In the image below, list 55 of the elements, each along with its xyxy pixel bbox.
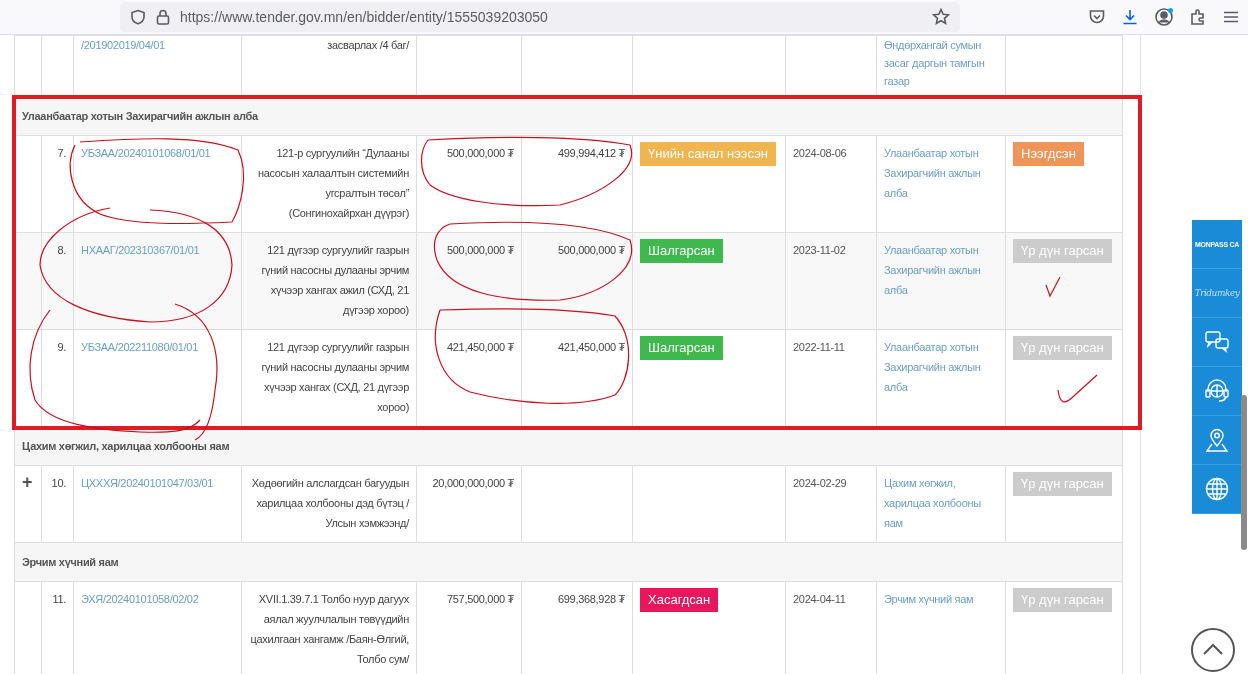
chat-bubbles-icon[interactable] (1204, 329, 1230, 355)
status-badge: Үнийн санал нээсэн (640, 142, 776, 166)
budget-amount: 500,000,000 ₮ (445, 146, 514, 161)
url-text: https://www.tender.gov.mn/en/bidder/entity/1555039203050 (180, 9, 549, 25)
lock-icon (156, 9, 170, 25)
reference-link[interactable]: УБЗАА/20240101068/01/01 (81, 143, 234, 163)
expand-toggle[interactable]: + (22, 472, 33, 492)
date-text: 2024-08-06 (793, 146, 848, 161)
organization-link[interactable]: Эрчим хүчний яам (884, 589, 998, 609)
description-text: 121 дүгээр сургуулийг газрын гүний насосны дулааны эрчим хүчээр хангах ажил (СХД, 21 дүгээр хороо) (260, 243, 409, 318)
scroll-top-button[interactable] (1190, 627, 1236, 673)
date-text: 2022-11-11 (793, 340, 846, 355)
row-number: 8. (56, 243, 66, 258)
group-title: Улаанбаатар хотын Захирагчийн ажлын алба (22, 109, 260, 124)
row-number: 7. (56, 146, 66, 161)
date-text: 2024-04-11 (793, 592, 847, 607)
description-text: XVII.1.39.7.1 Толбо нуур дагуух аялал жуулчлалын төвүүдийн цахилгаан хангамж /Баян-Өлгий, Толбо сум/ (249, 592, 409, 667)
budget-amount: 500,000,000 ₮ (445, 243, 514, 258)
row-number: 11. (51, 592, 66, 607)
row-number: 10. (50, 476, 66, 491)
status-badge: Шалгарсан (640, 239, 723, 263)
star-icon (932, 8, 950, 26)
group-title: Эрчим хүчний яам (22, 555, 120, 570)
budget-amount: 20,000,000,000 ₮ (431, 476, 514, 491)
description-text: Хөдөөгийн алслагдсан багуудын харилцаа холбооны дэд бүтэц /Улсын хэмжээнд/ (250, 476, 409, 531)
account-icon (1154, 7, 1174, 27)
offer-amount: 499,994,412 ₮ (556, 146, 625, 161)
globe-icon[interactable] (1204, 476, 1230, 502)
result-badge: Нээгдсэн (1013, 142, 1084, 166)
logo-text[interactable]: Tridumkey (1194, 288, 1240, 298)
reference-link[interactable]: УБЗАА/202211080/01/01 (81, 337, 234, 357)
budget-amount: 421,450,000 ₮ (445, 340, 514, 355)
description-text: 121-р сургуулийн “Дулааны насосын халаалтын системийн угсралтын төсөл” (Сонгинохайрхан дүүрэг) (256, 146, 409, 221)
tray-icon (1088, 8, 1106, 26)
shield-icon (130, 9, 146, 25)
status-badge: Шалгарсан (640, 336, 723, 360)
location-pin-icon[interactable] (1204, 427, 1230, 453)
download-icon (1121, 8, 1139, 26)
date-text: 2023-11-02 (793, 243, 847, 258)
reference-link[interactable]: ЭХЯ/20240101058/02/02 (81, 589, 234, 609)
offer-amount: 421,450,000 ₮ (556, 340, 625, 355)
offer-amount: 500,000,000 ₮ (556, 243, 625, 258)
status-badge: Хасагдсан (640, 588, 719, 612)
row-number: 9. (56, 340, 66, 355)
offer-amount: 699,368,928 ₮ (556, 592, 625, 607)
puzzle-icon (1189, 8, 1207, 26)
headset-icon[interactable] (1204, 378, 1230, 404)
description-text: засварлах /4 баг/ (326, 38, 409, 53)
group-title: Цахим хөгжил, харилцаа холбооны яам (22, 439, 231, 454)
budget-amount: 757,500,000 ₮ (445, 592, 514, 607)
reference-link[interactable]: НХААГ/202310367/01/01 (81, 240, 234, 260)
date-text: 2024-02-29 (793, 476, 848, 491)
description-text: 121 дүгээр сургуулийг газрын гүний насосны дулааны эрчим хүчээр хангах (СХД, 21 дүгээр хороо) (260, 340, 409, 415)
address-bar[interactable]: https://www.tender.gov.mn/en/bidder/entity/1555039203050 (120, 2, 960, 32)
scrollbar-thumb[interactable] (1241, 395, 1247, 550)
